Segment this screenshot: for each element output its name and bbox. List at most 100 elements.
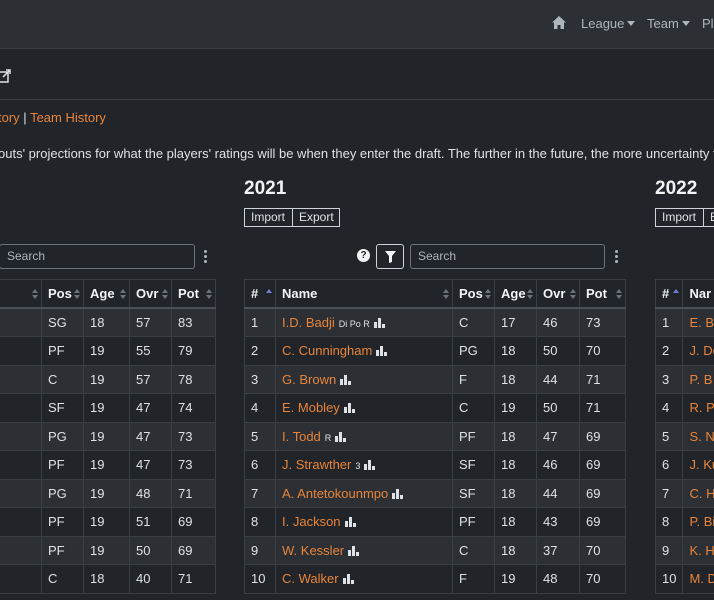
cell-name: W. Kessler xyxy=(275,535,453,565)
col-header-pos[interactable]: Pos xyxy=(452,279,495,309)
col-header-name[interactable]: Nar xyxy=(682,279,714,309)
player-name-link[interactable]: K. H xyxy=(689,543,714,558)
import-button-2022[interactable]: Import xyxy=(655,208,704,227)
table-row: PF 19 51 69 xyxy=(0,507,216,537)
ratings-chart-icon[interactable] xyxy=(344,517,356,528)
player-name-link[interactable]: M. D xyxy=(689,571,714,586)
col-header-age[interactable]: Age xyxy=(83,279,130,309)
cell-ovr: 50 xyxy=(129,535,172,565)
ratings-chart-icon[interactable] xyxy=(348,545,360,556)
draft-history-link[interactable]: tory xyxy=(0,110,20,125)
cell-pot: 69 xyxy=(171,507,216,537)
player-name-link[interactable]: A. Antetokounmpo xyxy=(282,486,388,501)
cell-ovr: 47 xyxy=(129,393,172,423)
search-input-left[interactable]: Search xyxy=(0,244,195,269)
col-header-pos[interactable]: Pos xyxy=(41,279,84,309)
help-icon[interactable]: ? xyxy=(357,249,370,262)
col-header-ovr[interactable]: Ovr xyxy=(536,279,580,309)
player-name-link[interactable]: G. Brown xyxy=(282,372,336,387)
ratings-chart-icon[interactable] xyxy=(335,431,347,442)
cell-age: 18 xyxy=(494,364,537,394)
cell-ovr: 48 xyxy=(129,478,172,508)
player-name-link[interactable]: E. Ba xyxy=(689,315,714,330)
ratings-chart-icon[interactable] xyxy=(373,318,385,328)
kebab-menu-icon[interactable] xyxy=(204,250,207,264)
ratings-chart-icon[interactable] xyxy=(364,460,376,471)
search-input-2021[interactable]: Search xyxy=(410,244,605,269)
export-button-2022[interactable]: E xyxy=(703,208,714,227)
ratings-chart-icon[interactable] xyxy=(343,403,355,414)
player-name-link[interactable]: J. Ku xyxy=(689,457,714,472)
player-name-link[interactable]: R. P xyxy=(689,400,714,415)
cell-rank: 9 xyxy=(654,535,684,565)
cell-name xyxy=(0,336,42,366)
cell-ovr: 48 xyxy=(536,564,580,594)
col-header-ovr[interactable]: Ovr xyxy=(129,279,172,309)
cell-ovr: 44 xyxy=(536,478,580,508)
player-name-link[interactable]: I.D. Badji xyxy=(282,315,335,330)
col-header-name[interactable]: Name xyxy=(275,279,453,309)
table-row: 7 C. H xyxy=(654,478,714,508)
table-row: 4 R. P xyxy=(654,393,714,423)
col-header-pot[interactable]: Pot xyxy=(171,279,216,309)
home-icon[interactable] xyxy=(551,15,567,31)
table-row: 4 E. Mobley C 19 50 71 xyxy=(244,393,626,423)
year-heading-2022: 2022 xyxy=(655,178,698,199)
nav-team[interactable]: Team xyxy=(647,16,690,31)
cell-name xyxy=(0,307,42,337)
cell-pos: C xyxy=(41,564,84,594)
player-name-link[interactable]: P. B xyxy=(689,372,712,387)
ratings-chart-icon[interactable] xyxy=(342,574,354,585)
col-header-pot[interactable]: Pot xyxy=(579,279,626,309)
nav-league[interactable]: League xyxy=(581,16,636,31)
player-name-link[interactable]: P. Bi xyxy=(689,514,714,529)
col-header-age[interactable]: Age xyxy=(494,279,537,309)
player-name-link[interactable]: J. Dc xyxy=(689,343,714,358)
col-header-rank[interactable]: # xyxy=(244,279,276,309)
player-name-link[interactable]: C. Cunningham xyxy=(282,343,372,358)
player-name-link[interactable]: J. Strawther xyxy=(282,457,351,472)
filter-icon xyxy=(385,251,396,263)
cell-name: I. Jackson xyxy=(275,507,453,537)
player-name-link[interactable]: E. Mobley xyxy=(282,400,340,415)
cell-pot: 71 xyxy=(171,478,216,508)
player-name-link[interactable]: C. H xyxy=(689,486,714,501)
cell-age: 19 xyxy=(494,393,537,423)
player-name-link[interactable]: I. Todd xyxy=(282,429,321,444)
player-name-link[interactable]: C. Walker xyxy=(282,571,339,586)
player-name-link[interactable]: S. N xyxy=(689,429,714,444)
cell-age: 19 xyxy=(494,564,537,594)
ratings-chart-icon[interactable] xyxy=(376,346,388,357)
table-row: 5 S. N xyxy=(654,421,714,451)
col-header-rank[interactable]: # xyxy=(654,279,684,309)
cell-name xyxy=(0,507,42,537)
cell-age: 18 xyxy=(83,307,130,337)
external-link-icon[interactable] xyxy=(0,69,11,83)
cell-ovr: 50 xyxy=(536,393,580,423)
table-row: 6 J. Strawther 3 SF 18 46 69 xyxy=(244,450,626,480)
kebab-menu-icon[interactable] xyxy=(615,250,618,264)
cell-rank: 4 xyxy=(244,393,276,423)
draft-table-2021: # Name Pos Age Ovr Pot 1 I.D. Badji Di Po … xyxy=(244,279,626,594)
cell-rank: 10 xyxy=(244,564,276,594)
cell-pot: 71 xyxy=(579,364,626,394)
export-button-2021[interactable]: Export xyxy=(292,208,340,227)
cell-pos: C xyxy=(452,535,495,565)
col-header-name[interactable] xyxy=(0,279,42,309)
player-name-link[interactable]: I. Jackson xyxy=(282,514,341,529)
player-name-link[interactable]: W. Kessler xyxy=(282,543,344,558)
cell-pos: C xyxy=(452,307,495,337)
cell-rank: 2 xyxy=(654,336,684,366)
cell-pot: 70 xyxy=(579,336,626,366)
cell-pos: PF xyxy=(41,507,84,537)
import-button-2021[interactable]: Import xyxy=(244,208,293,227)
ratings-chart-icon[interactable] xyxy=(392,488,404,499)
cell-rank: 7 xyxy=(654,478,684,508)
table-row: SG 18 57 83 xyxy=(0,307,216,337)
nav-players[interactable]: Pl xyxy=(702,16,714,31)
cell-rank: 1 xyxy=(244,307,276,337)
team-history-link[interactable]: Team History xyxy=(30,110,106,125)
ratings-chart-icon[interactable] xyxy=(340,374,352,385)
cell-pot: 69 xyxy=(579,478,626,508)
filter-button[interactable] xyxy=(376,244,404,269)
